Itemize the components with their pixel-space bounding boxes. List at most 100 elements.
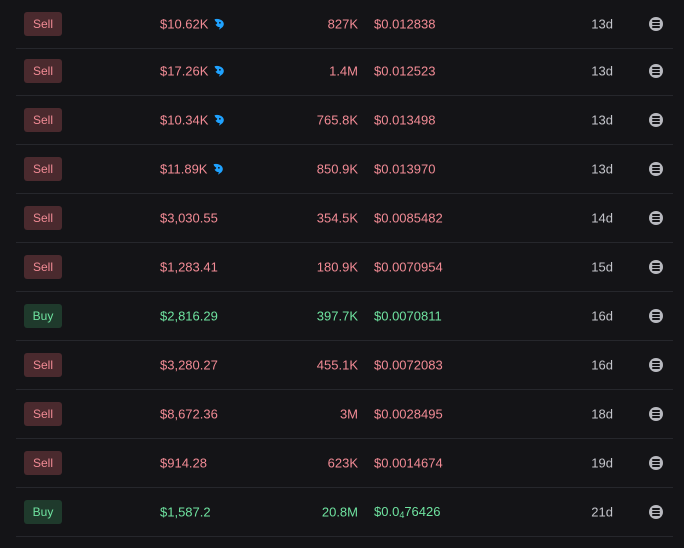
trade-age: 13d [591,63,613,79]
details-icon[interactable] [649,17,663,31]
token-amount: 20.8M [321,504,358,520]
price-value: $0.0028495 [374,406,443,422]
buy-badge: Buy [24,304,62,328]
usd-value: $2,816.29 [160,308,218,324]
usd-value-cell: $3,280.27 [160,358,218,373]
trades-table: Sell $10.62K 827K $0.012838 13d Sell $17… [16,0,673,548]
price-cell: $0.012838 [374,17,435,32]
usd-value: $10.34K [160,112,209,128]
table-row: Sell $1,283.41 180.9K $0.0070954 15d [16,243,673,292]
price-prefix: $0.0 [374,504,400,519]
price-value: $0.0070954 [374,259,443,275]
details-icon[interactable] [649,64,663,78]
details-icon[interactable] [649,358,663,372]
details-icon[interactable] [649,260,663,274]
usd-value-cell: $10.62K [160,17,226,32]
sell-badge: Sell [24,12,62,36]
details-icon[interactable] [649,505,663,519]
whale-icon [215,65,225,77]
whale-icon [215,114,225,126]
details-icon[interactable] [649,407,663,421]
trade-age: 13d [591,161,613,177]
trade-age: 18d [591,406,613,422]
token-amount: 850.9K [316,161,358,177]
usd-value: $1,283.41 [160,259,218,275]
trade-age: 14d [591,210,613,226]
token-amount: 354.5K [316,210,358,226]
table-row: Sell $8,672.36 3M $0.0028495 18d [16,390,673,439]
token-amount: 397.7K [316,308,358,324]
sell-badge: Sell [24,402,62,426]
sell-badge: Sell [24,157,62,181]
table-row: Sell $17.26K 1.4M $0.012523 13d [16,47,673,96]
trade-age: 15d [591,259,613,275]
whale-icon [215,18,225,30]
price-cell: $0.0028495 [374,407,443,422]
usd-value-cell: $10.34K [160,113,226,128]
usd-value-cell: $1,283.41 [160,260,218,275]
table-row: Sell $3,030.55 354.5K $0.0085482 14d [16,194,673,243]
price-cell: $0.0085482 [374,211,443,226]
price-cell: $0.0476426 [374,504,440,520]
price-cell: $0.013970 [374,162,435,177]
price-value: $0.0014674 [374,455,443,471]
details-icon[interactable] [649,113,663,127]
usd-value: $3,030.55 [160,210,218,226]
usd-value-cell: $1,587.2 [160,505,211,520]
sell-badge: Sell [24,206,62,230]
price-value: $0.012838 [374,16,436,32]
table-row: Buy $1,587.2 20.8M $0.0476426 21d [16,488,673,537]
sell-badge: Sell [24,59,62,83]
trade-age: 16d [591,357,613,373]
usd-value-cell: $11.89K [160,162,225,177]
trade-age: 21d [591,504,613,520]
usd-value-cell: $3,030.55 [160,211,218,226]
trade-age: 16d [591,308,613,324]
trade-age: 13d [591,112,613,128]
token-amount: 180.9K [316,259,358,275]
token-amount: 827K [327,16,358,32]
token-amount: 765.8K [316,112,358,128]
usd-value: $10.62K [160,16,209,32]
price-value: $0.013498 [374,112,436,128]
price-value: $0.0070811 [374,308,442,324]
usd-value: $8,672.36 [160,406,218,422]
trade-age: 13d [591,16,613,32]
token-amount: 3M [339,406,358,422]
sell-badge: Sell [24,108,62,132]
usd-value: $3,280.27 [160,357,218,373]
price-cell: $0.0072083 [374,358,443,373]
table-row: Buy $2,816.29 397.7K $0.0070811 16d [16,292,673,341]
price-cell: $0.0070954 [374,260,443,275]
price-value: $0.0072083 [374,357,443,373]
token-amount: 1.4M [329,63,358,79]
table-row: Sell $11.89K 850.9K $0.013970 13d [16,145,673,194]
details-icon[interactable] [649,456,663,470]
sell-badge: Sell [24,353,62,377]
price-cell: $0.0014674 [374,456,443,471]
table-row: Sell $3,280.27 455.1K $0.0072083 16d [16,341,673,390]
price-cell: $0.0070811 [374,309,442,324]
price-value: $0.012523 [374,63,436,79]
price-cell: $0.013498 [374,113,435,128]
usd-value-cell: $8,672.36 [160,407,218,422]
table-row: Sell $10.34K 765.8K $0.013498 13d [16,96,673,145]
token-amount: 623K [327,455,358,471]
usd-value: $11.89K [160,161,208,177]
usd-value-cell: $914.28 [160,456,207,471]
price-suffix: 76426 [404,504,441,519]
price-value: $0.0085482 [374,210,443,226]
usd-value-cell: $17.26K [160,64,226,79]
table-row: Sell $914.28 623K $0.0014674 19d [16,439,673,488]
sell-badge: Sell [24,451,62,475]
details-icon[interactable] [649,162,663,176]
price-cell: $0.012523 [374,64,435,79]
whale-icon [214,163,224,175]
sell-badge: Sell [24,255,62,279]
details-icon[interactable] [649,309,663,323]
token-amount: 455.1K [316,357,358,373]
table-row: Sell $10.62K 827K $0.012838 13d [16,0,673,49]
details-icon[interactable] [649,211,663,225]
trade-age: 19d [591,455,613,471]
usd-value: $914.28 [160,455,207,471]
